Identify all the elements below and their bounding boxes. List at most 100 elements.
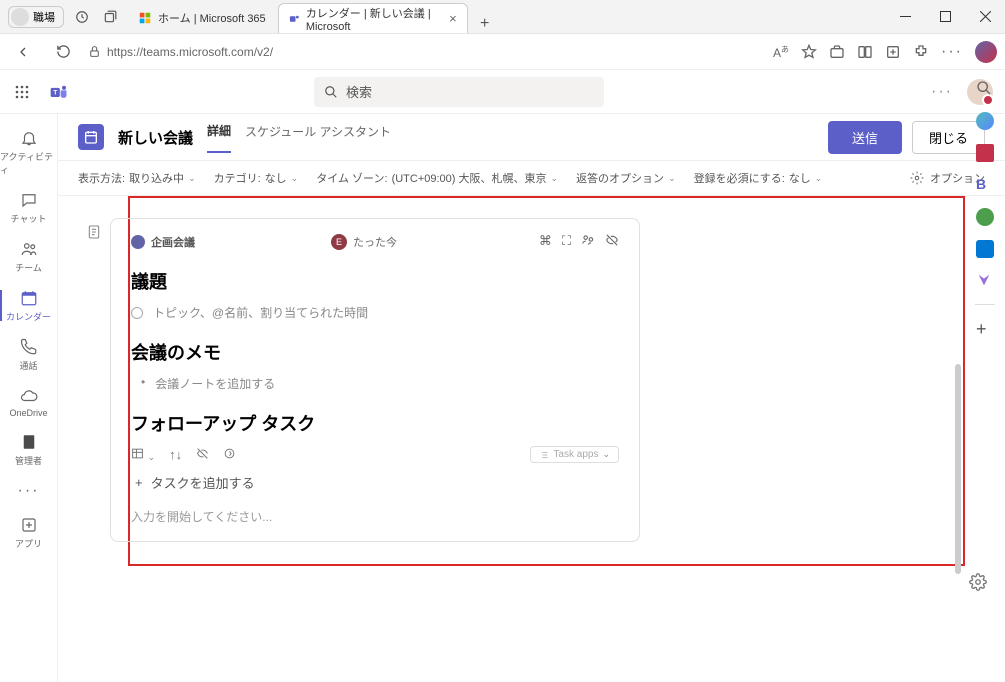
viva-icon[interactable]	[976, 144, 994, 162]
display-as-dropdown[interactable]: 表示方法: 取り込み中 ⌄	[78, 170, 196, 186]
chevron-down-icon: ⌄	[602, 449, 610, 460]
category-dropdown[interactable]: カテゴリ: なし ⌄	[214, 170, 299, 186]
chevron-down-icon: ⌄	[291, 173, 299, 184]
add-app-button[interactable]: +	[976, 319, 994, 337]
timestamp: たった今	[353, 234, 397, 250]
browser-tab-1[interactable]: ホーム | Microsoft 365	[128, 3, 276, 33]
teams-header: T 検索 ···	[0, 70, 1005, 114]
outlook-icon[interactable]	[976, 240, 994, 258]
browser-tab-2[interactable]: カレンダー | 新しい会議 | Microsoft ×	[278, 3, 468, 33]
back-button[interactable]	[8, 37, 38, 67]
scrollbar[interactable]	[955, 364, 961, 574]
content: 新しい会議 詳細 スケジュール アシスタント 送信 閉じる 表示方法: 取り込み…	[58, 114, 1005, 682]
extensions-icon[interactable]	[913, 44, 929, 60]
tab-details[interactable]: 詳細	[207, 122, 231, 153]
star-icon[interactable]	[801, 44, 817, 60]
close-button[interactable]	[965, 0, 1005, 34]
url-box[interactable]: https://teams.microsoft.com/v2/	[88, 45, 273, 59]
rail-onedrive[interactable]: OneDrive	[0, 380, 57, 424]
visibility-icon[interactable]	[196, 447, 209, 463]
lock-icon	[88, 45, 101, 58]
sort-icon[interactable]: ↑↓	[169, 447, 182, 462]
calendar-icon	[19, 288, 39, 308]
tab-label: カレンダー | 新しい会議 | Microsoft	[306, 5, 443, 33]
gear-icon	[910, 171, 924, 185]
rail-calls[interactable]: 通話	[0, 331, 57, 378]
more-icon[interactable]: ···	[931, 83, 953, 101]
avatar-icon	[11, 8, 29, 26]
refresh-button[interactable]	[48, 37, 78, 67]
note-icon[interactable]	[86, 224, 102, 243]
start-typing-input[interactable]: 入力を開始してください...	[131, 508, 619, 525]
more-icon[interactable]: ···	[941, 43, 963, 61]
copilot-icon[interactable]	[976, 112, 994, 130]
url-text: https://teams.microsoft.com/v2/	[107, 45, 273, 59]
collections-icon[interactable]	[885, 44, 901, 60]
registration-dropdown[interactable]: 登録を必須にする: なし ⌄	[694, 170, 823, 186]
chevron-down-icon: ⌄	[815, 173, 823, 184]
teams-icon	[289, 12, 300, 26]
teams-logo-icon[interactable]: T	[44, 82, 74, 102]
add-task-button[interactable]: + タスクを追加する	[131, 473, 619, 492]
rail-admin[interactable]: 管理者	[0, 426, 57, 473]
calendar-badge-icon	[78, 124, 104, 150]
split-icon[interactable]	[857, 44, 873, 60]
window-titlebar: 職場 ホーム | Microsoft 365 カレンダー | 新しい会議 | M…	[0, 0, 1005, 34]
history-icon[interactable]	[72, 7, 92, 27]
text-size-icon[interactable]: Aあ	[773, 44, 789, 60]
meeting-header: 新しい会議 詳細 スケジュール アシスタント 送信 閉じる	[58, 114, 1005, 160]
note-card-title[interactable]: 企画会議	[151, 234, 195, 250]
address-bar: https://teams.microsoft.com/v2/ Aあ ···	[0, 34, 1005, 70]
app-launcher-icon[interactable]	[0, 85, 44, 99]
onenote-icon[interactable]	[976, 272, 994, 290]
agenda-topic-input[interactable]: トピック、@名前、割り当てられた時間	[131, 304, 619, 321]
rail-more[interactable]: ···	[0, 475, 57, 507]
automation-icon[interactable]	[223, 447, 236, 463]
tab-label: ホーム | Microsoft 365	[158, 10, 266, 26]
tab-scheduling-assistant[interactable]: スケジュール アシスタント	[245, 123, 391, 152]
chevron-down-icon: ⌄	[188, 173, 196, 184]
search-icon[interactable]	[976, 80, 994, 98]
options-row: 表示方法: 取り込み中 ⌄ カテゴリ: なし ⌄ タイム ゾーン: (UTC+0…	[58, 160, 1005, 196]
new-tab-button[interactable]: +	[470, 15, 500, 33]
maximize-button[interactable]	[925, 0, 965, 34]
tabs-icon[interactable]	[100, 7, 120, 27]
rail-chat[interactable]: チャット	[0, 184, 57, 231]
bookings-icon[interactable]: B	[976, 176, 994, 194]
task-apps-button[interactable]: Task apps ⌄	[530, 446, 619, 463]
rail-apps[interactable]: アプリ	[0, 509, 57, 556]
share-icon[interactable]	[581, 233, 595, 250]
rail-activity[interactable]: アクティビティ	[0, 122, 57, 182]
admin-icon	[19, 432, 39, 452]
notes-bullet-input[interactable]: • 会議ノートを追加する	[131, 375, 619, 392]
toolbox-icon[interactable]	[829, 44, 845, 60]
settings-icon[interactable]	[969, 573, 987, 596]
search-icon	[324, 85, 338, 99]
planner-icon[interactable]	[976, 208, 994, 226]
send-button[interactable]: 送信	[828, 121, 902, 154]
search-input[interactable]: 検索	[314, 77, 604, 107]
timezone-dropdown[interactable]: タイム ゾーン: (UTC+09:00) 大阪、札幌、東京 ⌄	[316, 170, 558, 186]
people-icon	[19, 239, 39, 259]
author-avatar: E	[331, 234, 347, 250]
table-icon[interactable]: ⌄	[131, 447, 155, 463]
rail-calendar[interactable]: カレンダー	[0, 282, 57, 329]
notes-heading: 会議のメモ	[131, 339, 619, 365]
minimize-button[interactable]	[885, 0, 925, 34]
profile-badge[interactable]: 職場	[8, 6, 64, 28]
component-icon[interactable]: ⌘	[539, 233, 552, 250]
copilot-icon[interactable]	[975, 41, 997, 63]
response-options-dropdown[interactable]: 返答のオプション ⌄	[576, 170, 676, 186]
chevron-down-icon: ⌄	[551, 173, 559, 184]
visibility-icon[interactable]	[605, 233, 619, 250]
agenda-heading: 議題	[131, 268, 619, 294]
close-icon[interactable]: ×	[449, 11, 457, 26]
list-icon	[539, 450, 549, 460]
page-title: 新しい会議	[118, 127, 193, 148]
loop-icon	[131, 235, 145, 249]
rail-teams[interactable]: チーム	[0, 233, 57, 280]
chat-icon	[19, 190, 39, 210]
expand-icon[interactable]: ⛶	[562, 233, 571, 250]
chevron-down-icon: ⌄	[668, 173, 676, 184]
plus-icon: +	[135, 475, 143, 490]
